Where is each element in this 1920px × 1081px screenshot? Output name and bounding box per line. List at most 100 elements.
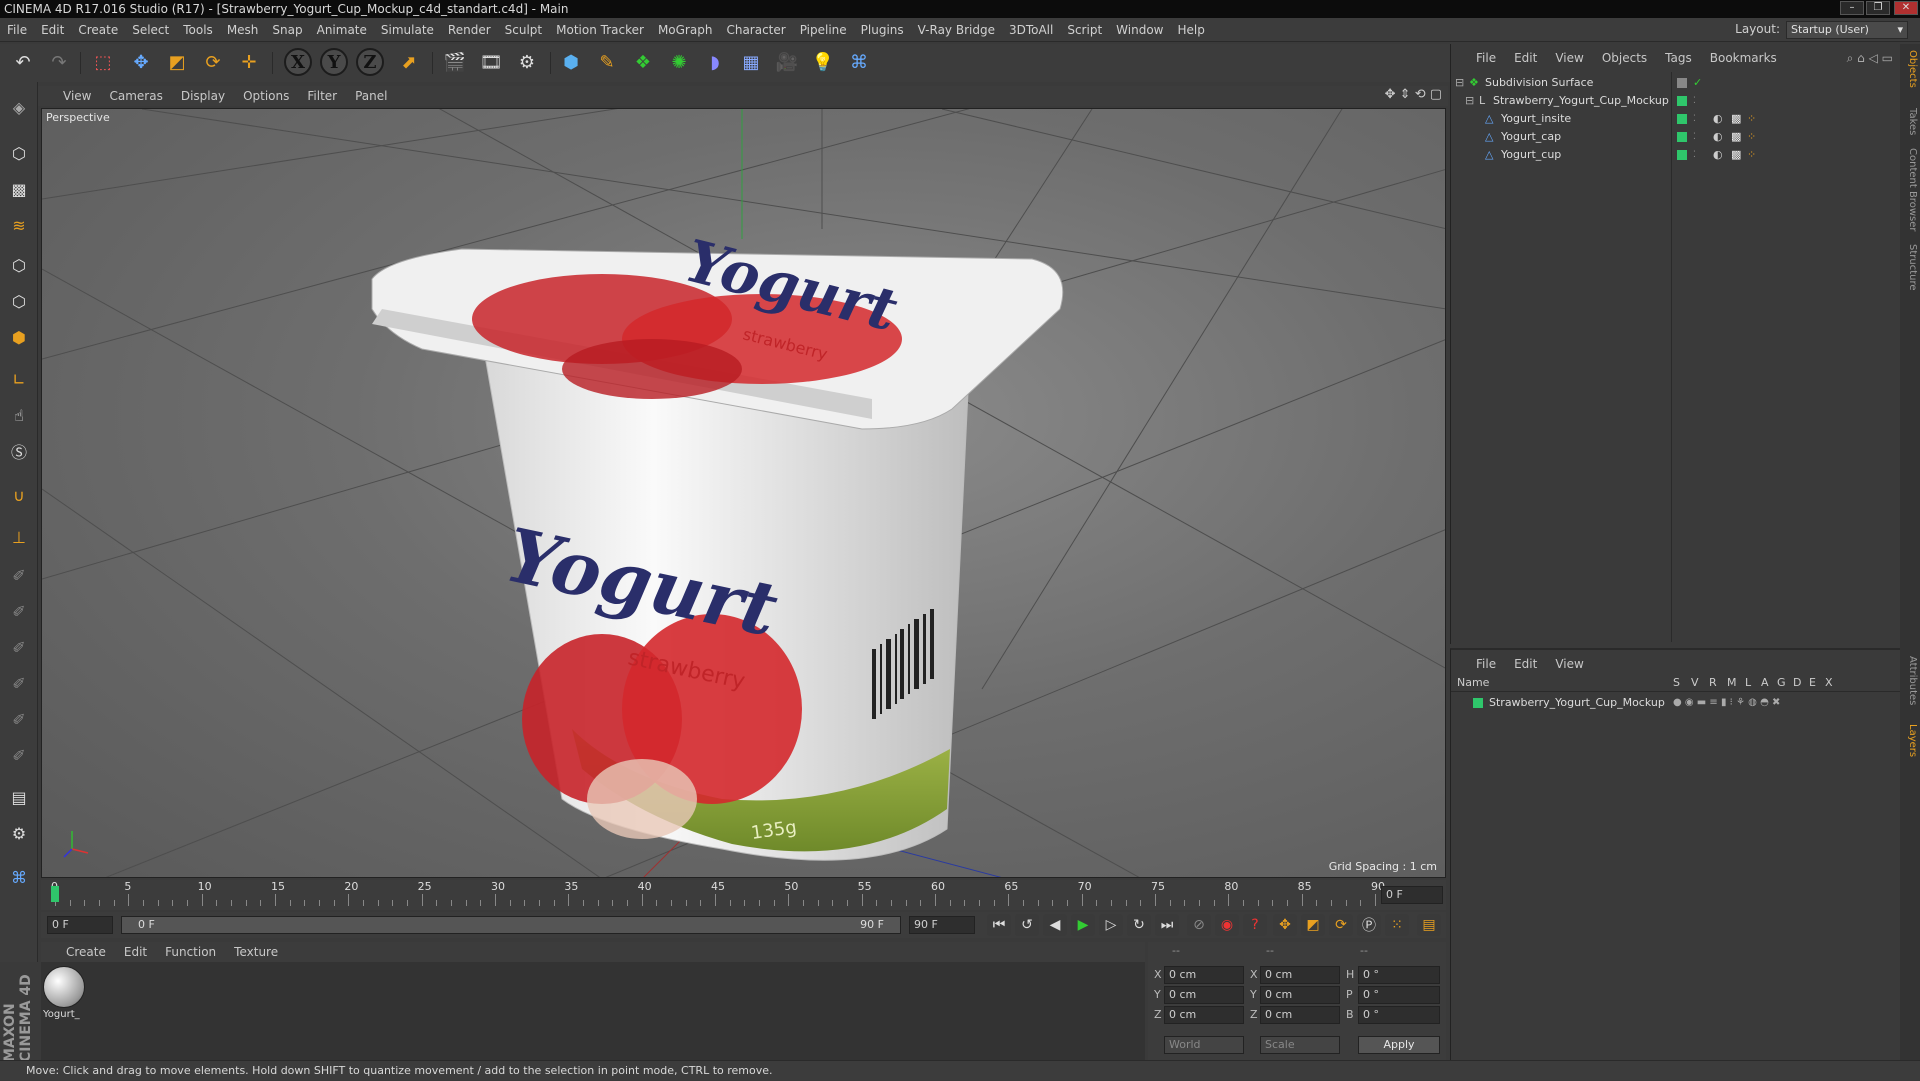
material-menu-function[interactable]: Function bbox=[156, 942, 225, 962]
viewport-menu-display[interactable]: Display bbox=[172, 86, 234, 106]
coord-pos-y-field[interactable]: 0 cm bbox=[1164, 986, 1244, 1004]
menu-edit[interactable]: Edit bbox=[34, 18, 71, 42]
object-menu-bookmarks[interactable]: Bookmarks bbox=[1701, 48, 1786, 68]
tree-row-yogurt-cup[interactable]: △ Yogurt_cup ⁚ ◐ ▩ ⁘ bbox=[1451, 146, 1901, 164]
texture-tag-icon[interactable]: ▩ bbox=[1731, 128, 1741, 146]
coord-scale-dropdown[interactable]: Scale bbox=[1260, 1036, 1340, 1054]
menu-vray-bridge[interactable]: V-Ray Bridge bbox=[911, 18, 1002, 42]
goto-end-icon[interactable]: ⏭ bbox=[1155, 914, 1179, 936]
menu-tools[interactable]: Tools bbox=[176, 18, 220, 42]
model-mode-icon[interactable]: ⬡ bbox=[4, 138, 34, 168]
menu-simulate[interactable]: Simulate bbox=[374, 18, 441, 42]
menu-plugins[interactable]: Plugins bbox=[854, 18, 911, 42]
material-tag-icon[interactable]: ⁘ bbox=[1747, 110, 1756, 128]
live-selection-icon[interactable]: ⬚ bbox=[88, 47, 118, 77]
material-swatch[interactable]: Yogurt_ bbox=[43, 966, 87, 1026]
viewport-menu-options[interactable]: Options bbox=[234, 86, 298, 106]
menu-help[interactable]: Help bbox=[1170, 18, 1211, 42]
menu-mesh[interactable]: Mesh bbox=[220, 18, 266, 42]
perspective-viewport[interactable]: Yogurt strawberry Yogurt strawberry 135g… bbox=[41, 108, 1446, 878]
menu-select[interactable]: Select bbox=[125, 18, 176, 42]
minimize-button[interactable]: – bbox=[1840, 1, 1864, 15]
next-frame-icon[interactable]: ▷ bbox=[1099, 914, 1123, 936]
prev-key-icon[interactable]: ↺ bbox=[1015, 914, 1039, 936]
tab-takes[interactable]: Takes bbox=[1902, 108, 1918, 135]
scale-tool-icon[interactable]: ◩ bbox=[162, 47, 192, 77]
search-icon[interactable]: ⌕ ⌂ ◁ ▭ bbox=[1847, 48, 1893, 68]
object-menu-file[interactable]: File bbox=[1467, 48, 1505, 68]
playhead-marker[interactable] bbox=[51, 886, 59, 902]
close-button[interactable]: ✕ bbox=[1894, 1, 1918, 15]
bevel-icon[interactable]: ⚙ bbox=[4, 818, 34, 848]
python-script-icon[interactable]: ⌘ bbox=[4, 862, 34, 892]
material-tag-icon[interactable]: ⁘ bbox=[1747, 128, 1756, 146]
viewport-nav-icons[interactable]: ✥ ⇕ ⟲ ▢ bbox=[1385, 87, 1442, 102]
layer-color-swatch[interactable] bbox=[1677, 132, 1687, 142]
key-pla-icon[interactable]: ⁙ bbox=[1385, 914, 1409, 936]
x-axis-lock-button[interactable]: X bbox=[284, 48, 312, 76]
menu-script[interactable]: Script bbox=[1060, 18, 1109, 42]
visibility-dots-icon[interactable]: ⁚ bbox=[1693, 110, 1696, 128]
layout-select[interactable]: Startup (User) ▾ bbox=[1786, 21, 1908, 39]
material-menu-texture[interactable]: Texture bbox=[225, 942, 287, 962]
frame-range-slider[interactable]: 0 F 90 F bbox=[121, 916, 901, 934]
coordinate-system-icon[interactable]: ⬈ bbox=[394, 47, 424, 77]
timeline-ruler[interactable]: 051015202530354045505560657075808590 0 F bbox=[41, 880, 1446, 910]
material-menu-create[interactable]: Create bbox=[57, 942, 115, 962]
coord-pos-z-field[interactable]: 0 cm bbox=[1164, 1006, 1244, 1024]
snap-icon[interactable]: Ⓢ bbox=[4, 436, 34, 466]
layer-menu-edit[interactable]: Edit bbox=[1505, 654, 1546, 674]
end-frame-field[interactable]: 90 F bbox=[909, 916, 975, 934]
magnet-icon[interactable]: ∪ bbox=[4, 480, 34, 510]
auto-key-icon[interactable]: ◉ bbox=[1215, 914, 1239, 936]
tab-content-browser[interactable]: Content Browser bbox=[1902, 148, 1918, 231]
object-menu-edit[interactable]: Edit bbox=[1505, 48, 1546, 68]
prev-frame-icon[interactable]: ◀ bbox=[1043, 914, 1067, 936]
sculpt-inflate-icon[interactable]: ✐ bbox=[4, 704, 34, 734]
viewport-menu-view[interactable]: View bbox=[54, 86, 100, 106]
material-tag-icon[interactable]: ⁘ bbox=[1747, 146, 1756, 164]
edges-mode-icon[interactable]: ⬡ bbox=[4, 286, 34, 316]
record-keys-icon[interactable]: ⊘ bbox=[1187, 914, 1211, 936]
key-scale-icon[interactable]: ◩ bbox=[1301, 914, 1325, 936]
floor-icon[interactable]: ▦ bbox=[736, 47, 766, 77]
coord-size-z-field[interactable]: 0 cm bbox=[1260, 1006, 1340, 1024]
object-menu-tags[interactable]: Tags bbox=[1656, 48, 1701, 68]
sculpt-pull-icon[interactable]: ✐ bbox=[4, 596, 34, 626]
layer-color-swatch[interactable] bbox=[1473, 698, 1483, 708]
menu-sculpt[interactable]: Sculpt bbox=[498, 18, 549, 42]
layer-color-swatch[interactable] bbox=[1677, 78, 1687, 88]
visibility-dots-icon[interactable]: ⁚ bbox=[1693, 92, 1696, 110]
menu-motion-tracker[interactable]: Motion Tracker bbox=[549, 18, 651, 42]
make-editable-icon[interactable]: ◈ bbox=[4, 92, 34, 122]
transform-tool-icon[interactable]: ✛ bbox=[234, 47, 264, 77]
polygons-mode-icon[interactable]: ⬢ bbox=[4, 322, 34, 352]
menu-file[interactable]: File bbox=[0, 18, 34, 42]
layer-color-swatch[interactable] bbox=[1677, 114, 1687, 124]
light-icon[interactable]: 💡 bbox=[808, 47, 838, 77]
key-selection-icon[interactable]: ? bbox=[1243, 914, 1267, 936]
texture-mode-icon[interactable]: ▩ bbox=[4, 174, 34, 204]
render-view-icon[interactable]: 🎬 bbox=[440, 47, 470, 77]
menu-3dtoall[interactable]: 3DToAll bbox=[1002, 18, 1060, 42]
layer-menu-view[interactable]: View bbox=[1546, 654, 1592, 674]
menu-render[interactable]: Render bbox=[441, 18, 498, 42]
sculpt-pinch-icon[interactable]: ✐ bbox=[4, 740, 34, 770]
collapse-icon[interactable]: ⊟ bbox=[1455, 74, 1464, 92]
goto-start-icon[interactable]: ⏮ bbox=[987, 914, 1011, 936]
object-menu-view[interactable]: View bbox=[1546, 48, 1592, 68]
render-picture-viewer-icon[interactable]: 🎞 bbox=[476, 47, 506, 77]
next-key-icon[interactable]: ↻ bbox=[1127, 914, 1151, 936]
enabled-check-icon[interactable]: ✓ bbox=[1693, 74, 1702, 92]
phong-tag-icon[interactable]: ◐ bbox=[1713, 146, 1723, 164]
workplane-icon[interactable]: ⊥ bbox=[4, 522, 34, 552]
coord-rot-b-field[interactable]: 0 ° bbox=[1358, 1006, 1440, 1024]
phong-tag-icon[interactable]: ◐ bbox=[1713, 110, 1723, 128]
mograph-cloner-icon[interactable]: ✺ bbox=[664, 47, 694, 77]
coord-rot-h-field[interactable]: 0 ° bbox=[1358, 966, 1440, 984]
sculpt-brush-icon[interactable]: ✐ bbox=[4, 560, 34, 590]
coord-pos-x-field[interactable]: 0 cm bbox=[1164, 966, 1244, 984]
paint-icon[interactable]: ▤ bbox=[4, 782, 34, 812]
coord-rot-p-field[interactable]: 0 ° bbox=[1358, 986, 1440, 1004]
y-axis-lock-button[interactable]: Y bbox=[320, 48, 348, 76]
